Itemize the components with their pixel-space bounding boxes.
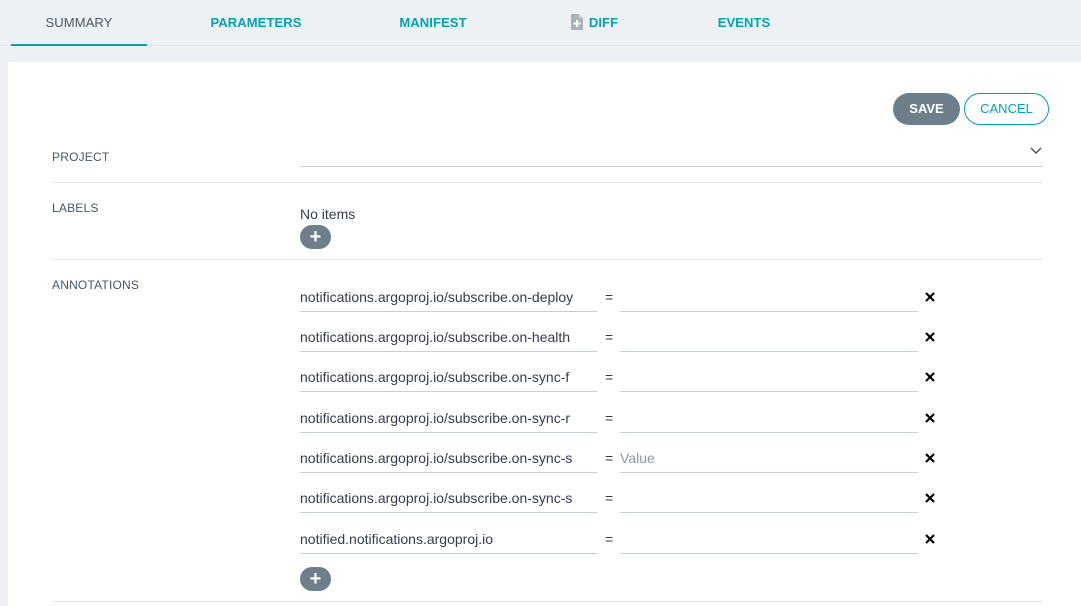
annotation-value-input[interactable] bbox=[620, 364, 918, 392]
labels-empty-text: No items bbox=[300, 206, 356, 222]
equals-sign: = bbox=[605, 410, 614, 426]
add-annotation-button[interactable]: + bbox=[300, 567, 331, 591]
annotation-key-input[interactable]: notifications.argoproj.io/subscribe.on-s… bbox=[300, 485, 597, 513]
annotation-key-input[interactable]: notifications.argoproj.io/subscribe.on-h… bbox=[300, 324, 597, 352]
plus-icon: + bbox=[309, 226, 322, 248]
tab-bar: SUMMARY PARAMETERS MANIFEST DIFF EVENTS bbox=[0, 0, 1081, 46]
annotation-key-input[interactable]: notified.notifications.argoproj.io bbox=[300, 526, 597, 554]
tab-events[interactable]: EVENTS bbox=[704, 0, 784, 45]
divider bbox=[52, 601, 1043, 602]
annotation-key-input[interactable]: notifications.argoproj.io/subscribe.on-s… bbox=[300, 445, 597, 473]
cancel-button[interactable]: CANCEL bbox=[964, 93, 1049, 125]
equals-sign: = bbox=[605, 450, 614, 466]
plus-icon: + bbox=[309, 568, 322, 590]
annotation-row: notifications.argoproj.io/subscribe.on-s… bbox=[300, 364, 950, 404]
close-icon[interactable] bbox=[924, 452, 936, 464]
equals-sign: = bbox=[605, 289, 614, 305]
annotation-value-input[interactable] bbox=[620, 284, 918, 312]
annotation-key-input[interactable]: notifications.argoproj.io/subscribe.on-s… bbox=[300, 364, 597, 392]
divider bbox=[52, 259, 1043, 260]
project-select[interactable] bbox=[300, 166, 1043, 167]
equals-sign: = bbox=[605, 531, 614, 547]
tab-summary[interactable]: SUMMARY bbox=[11, 0, 147, 46]
add-label-button[interactable]: + bbox=[300, 225, 331, 249]
annotation-key-input[interactable]: notifications.argoproj.io/subscribe.on-s… bbox=[300, 405, 597, 433]
close-icon[interactable] bbox=[924, 331, 936, 343]
annotation-row: notifications.argoproj.io/subscribe.on-d… bbox=[300, 284, 950, 324]
file-diff-icon bbox=[570, 14, 583, 30]
close-icon[interactable] bbox=[924, 533, 936, 545]
close-icon[interactable] bbox=[924, 412, 936, 424]
annotation-value-input[interactable] bbox=[620, 324, 918, 352]
annotation-row: notifications.argoproj.io/subscribe.on-s… bbox=[300, 485, 950, 525]
annotation-row: notified.notifications.argoproj.io = bbox=[300, 526, 950, 566]
tab-parameters[interactable]: PARAMETERS bbox=[194, 0, 318, 45]
project-label: PROJECT bbox=[52, 150, 110, 164]
equals-sign: = bbox=[605, 369, 614, 385]
close-icon[interactable] bbox=[924, 492, 936, 504]
annotation-value-input[interactable] bbox=[620, 405, 918, 433]
annotation-row: notifications.argoproj.io/subscribe.on-s… bbox=[300, 405, 950, 445]
annotation-row: notifications.argoproj.io/subscribe.on-h… bbox=[300, 324, 950, 364]
tab-manifest[interactable]: MANIFEST bbox=[378, 0, 488, 45]
annotation-key-input[interactable]: notifications.argoproj.io/subscribe.on-d… bbox=[300, 284, 597, 312]
chevron-down-icon[interactable] bbox=[1029, 144, 1043, 158]
close-icon[interactable] bbox=[924, 291, 936, 303]
annotation-value-input[interactable] bbox=[620, 485, 918, 513]
annotation-value-input[interactable]: Value bbox=[620, 445, 918, 473]
close-icon[interactable] bbox=[924, 371, 936, 383]
save-button[interactable]: SAVE bbox=[893, 93, 960, 125]
annotations-label: ANNOTATIONS bbox=[52, 278, 140, 292]
annotation-value-input[interactable] bbox=[620, 526, 918, 554]
tab-diff-label: DIFF bbox=[588, 15, 619, 30]
annotation-row: notifications.argoproj.io/subscribe.on-s… bbox=[300, 445, 950, 485]
divider bbox=[52, 182, 1043, 183]
tab-diff[interactable]: DIFF bbox=[560, 0, 628, 45]
equals-sign: = bbox=[605, 329, 614, 345]
equals-sign: = bbox=[605, 490, 614, 506]
labels-label: LABELS bbox=[52, 201, 99, 215]
summary-panel: SAVE CANCEL PROJECT LABELS No items + AN… bbox=[8, 62, 1081, 606]
